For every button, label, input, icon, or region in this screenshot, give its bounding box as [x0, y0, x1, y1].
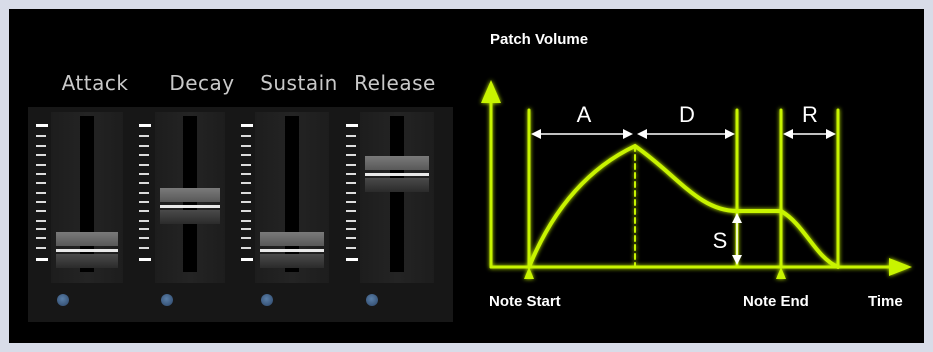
- y-axis-arrowhead: [481, 80, 501, 103]
- time-axis-label: Time: [868, 293, 903, 310]
- note-start-label: Note Start: [489, 293, 561, 310]
- sustain-segment-label: S: [713, 228, 728, 253]
- decay-span-arrowhead-right: [725, 129, 735, 139]
- release-span-arrowhead-left: [783, 129, 793, 139]
- x-axis-arrowhead: [889, 258, 912, 276]
- release-segment-label: R: [802, 102, 818, 127]
- sustain-level-arrowhead-down: [732, 255, 742, 265]
- attack-span-arrowhead-left: [531, 129, 541, 139]
- attack-span-arrowhead-right: [623, 129, 633, 139]
- note-end-marker: [776, 267, 786, 279]
- note-end-label: Note End: [743, 293, 809, 310]
- sustain-level-arrowhead-up: [732, 213, 742, 223]
- decay-span-arrowhead-left: [637, 129, 647, 139]
- release-span-arrowhead-right: [826, 129, 836, 139]
- decay-segment-label: D: [679, 102, 695, 127]
- envelope-curve: [527, 143, 840, 269]
- attack-segment-label: A: [577, 102, 592, 127]
- note-start-marker: [524, 267, 534, 279]
- adsr-envelope-panel: Attack Decay Sustain Release Patch Volum…: [9, 9, 924, 343]
